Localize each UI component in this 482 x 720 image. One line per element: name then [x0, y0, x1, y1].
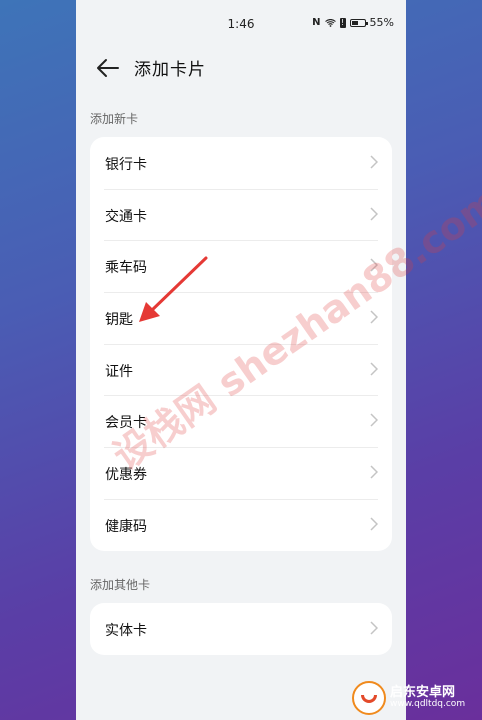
- other-card-list: 实体卡: [90, 603, 392, 655]
- section-title-other-card: 添加其他卡: [90, 578, 151, 592]
- new-card-list: 银行卡 交通卡 乘车码 钥匙 证件 会员卡 优惠券 健康码: [90, 137, 392, 551]
- phone-screen: 1:46 N ! 55% 添加卡片 添加新卡 银行卡 交通卡 乘车码 钥匙 证件…: [76, 0, 406, 720]
- section-title-new-card: 添加新卡: [90, 112, 139, 126]
- logo-name: 启东安卓网: [390, 684, 456, 700]
- chevron-right-icon: [370, 155, 378, 169]
- logo-url: www.qdltdq.com: [390, 699, 466, 710]
- list-item-membership-card[interactable]: 会员卡: [90, 395, 392, 447]
- back-arrow-icon[interactable]: [94, 54, 122, 82]
- chevron-right-icon: [370, 621, 378, 635]
- list-item-physical-card[interactable]: 实体卡: [90, 603, 392, 655]
- title-bar: 添加卡片: [76, 46, 406, 90]
- list-item-label: 优惠券: [105, 467, 147, 484]
- list-item-bank-card[interactable]: 银行卡: [90, 137, 392, 189]
- battery-icon: [349, 18, 368, 27]
- site-logo: 启东安卓网 www.qdltdq.com: [352, 678, 480, 718]
- list-item-label: 证件: [105, 363, 133, 380]
- list-item-transit-card[interactable]: 交通卡: [90, 188, 392, 241]
- page-title: 添加卡片: [134, 60, 206, 80]
- wifi-icon: [324, 18, 336, 27]
- chevron-right-icon: [370, 465, 378, 479]
- list-item-coupon[interactable]: 优惠券: [90, 447, 392, 499]
- chevron-right-icon: [370, 258, 378, 272]
- list-item-key[interactable]: 钥匙: [90, 292, 392, 344]
- status-icons: N ! 55%: [312, 16, 394, 29]
- chevron-right-icon: [370, 362, 378, 376]
- list-item-label: 会员卡: [105, 415, 147, 432]
- list-item-label: 钥匙: [105, 312, 133, 329]
- list-item-label: 银行卡: [105, 157, 147, 173]
- list-item-label: 健康码: [105, 518, 147, 535]
- list-item-label: 交通卡: [105, 208, 147, 225]
- chevron-right-icon: [370, 413, 378, 427]
- list-item-label: 实体卡: [105, 623, 147, 639]
- chevron-right-icon: [370, 310, 378, 324]
- chevron-right-icon: [370, 207, 378, 221]
- battery-percent: 55%: [369, 16, 394, 29]
- list-item-label: 乘车码: [105, 260, 147, 277]
- chevron-right-icon: [370, 517, 378, 531]
- logo-mark-icon: [352, 681, 386, 715]
- list-item-id-document[interactable]: 证件: [90, 343, 392, 396]
- alert-icon: !: [339, 17, 346, 28]
- status-bar: 1:46 N ! 55%: [76, 0, 406, 46]
- nfc-icon: N: [312, 17, 321, 28]
- list-item-ride-code[interactable]: 乘车码: [90, 240, 392, 292]
- list-item-health-code[interactable]: 健康码: [90, 498, 392, 551]
